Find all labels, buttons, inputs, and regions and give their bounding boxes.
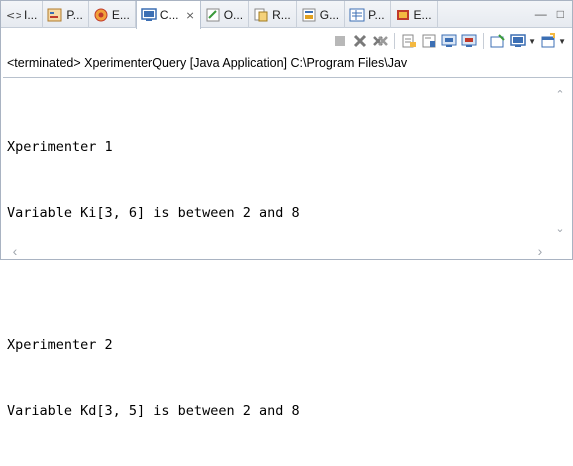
tab-editor[interactable]: E... bbox=[391, 1, 438, 28]
toolbar-separator bbox=[394, 33, 396, 49]
console-line: Xperimenter 1 bbox=[7, 139, 113, 155]
scroll-up-icon[interactable]: ⌃ bbox=[555, 90, 565, 101]
display-selected-console-icon[interactable] bbox=[510, 33, 526, 49]
minimize-icon[interactable]: — bbox=[535, 7, 547, 21]
svg-text:<>: <> bbox=[6, 9, 21, 22]
clear-console-icon[interactable] bbox=[401, 33, 417, 49]
tab-gradle[interactable]: G... bbox=[297, 1, 346, 28]
tab-label: I... bbox=[24, 7, 38, 22]
horizontal-scrollbar[interactable]: ‹ › bbox=[3, 243, 572, 259]
view-tab-strip: <> I... P... E... C... ⨯ O... R... G... … bbox=[1, 1, 572, 29]
console-view: <> I... P... E... C... ⨯ O... R... G... … bbox=[0, 0, 573, 419]
scroll-right-icon[interactable]: › bbox=[534, 244, 546, 258]
console-icon bbox=[141, 7, 157, 23]
show-on-stderr-icon[interactable] bbox=[461, 33, 477, 49]
chevron-down-icon[interactable]: ▼ bbox=[528, 37, 536, 46]
toolbar-separator bbox=[483, 33, 485, 49]
tab-console[interactable]: C... ⨯ bbox=[135, 1, 201, 29]
tab-outline[interactable]: O... bbox=[201, 1, 250, 28]
progress-icon bbox=[253, 7, 269, 23]
console-toolbar: ▼ ▼ bbox=[1, 29, 572, 53]
terminate-icon[interactable] bbox=[332, 33, 348, 49]
tab-label: E... bbox=[111, 7, 130, 22]
console-line: Xperimenter 2 bbox=[7, 337, 113, 353]
pin-console-icon[interactable] bbox=[490, 33, 506, 49]
tab-markers[interactable]: <> I... bbox=[1, 1, 44, 28]
problems-icon bbox=[349, 7, 365, 23]
tab-label: E... bbox=[413, 7, 432, 22]
remove-launch-icon[interactable] bbox=[352, 33, 368, 49]
properties-icon bbox=[47, 7, 63, 23]
gradle-icon bbox=[301, 7, 317, 23]
console-line: ​ bbox=[7, 268, 543, 290]
console-line: Variable Kd[3, 5] is between 2 and 8 bbox=[7, 403, 300, 419]
tab-label: P... bbox=[66, 7, 83, 22]
scroll-left-icon[interactable]: ‹ bbox=[9, 244, 21, 258]
tab-label: R... bbox=[272, 7, 291, 22]
outline-icon bbox=[205, 7, 221, 23]
console-output-area[interactable]: Xperimenter 1 Variable Ki[3, 6] is betwe… bbox=[3, 77, 572, 419]
window-controls: — □ bbox=[535, 1, 572, 27]
scroll-down-icon[interactable]: ⌄ bbox=[555, 224, 565, 235]
scroll-lock-icon[interactable] bbox=[421, 33, 437, 49]
tab-label: P... bbox=[368, 7, 385, 22]
process-status-label: <terminated> XperimenterQuery [Java Appl… bbox=[7, 56, 408, 70]
chevron-down-icon[interactable]: ▼ bbox=[558, 37, 566, 46]
tab-error-log[interactable]: E... bbox=[89, 1, 136, 28]
error-log-icon bbox=[93, 7, 109, 23]
tab-properties[interactable]: P... bbox=[43, 1, 89, 28]
open-console-icon[interactable] bbox=[540, 33, 556, 49]
maximize-icon[interactable]: □ bbox=[557, 7, 564, 21]
editor-icon bbox=[395, 7, 411, 23]
tab-progress[interactable]: R... bbox=[249, 1, 297, 28]
console-line: Variable Ki[3, 6] is between 2 and 8 bbox=[7, 205, 300, 221]
remove-all-terminated-icon[interactable] bbox=[372, 33, 389, 49]
show-on-stdout-icon[interactable] bbox=[441, 33, 457, 49]
close-icon[interactable]: ⨯ bbox=[186, 9, 195, 22]
tab-problems[interactable]: P... bbox=[345, 1, 391, 28]
vertical-scrollbar[interactable]: ⌃ ⌄ bbox=[552, 86, 568, 236]
tab-label: O... bbox=[223, 7, 244, 22]
markers-icon: <> bbox=[5, 7, 24, 23]
console-text: Xperimenter 1 Variable Ki[3, 6] is betwe… bbox=[7, 92, 543, 466]
tab-label: C... bbox=[159, 8, 179, 22]
tab-label: G... bbox=[319, 7, 340, 22]
